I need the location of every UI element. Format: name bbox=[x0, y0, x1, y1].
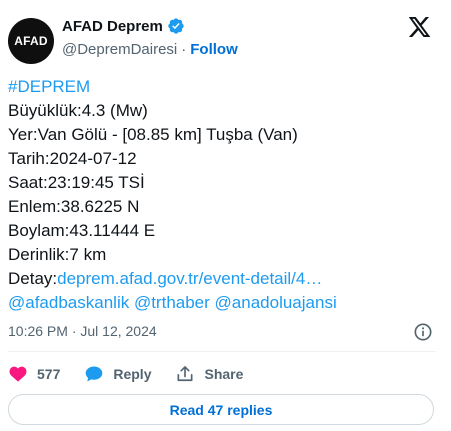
info-icon[interactable] bbox=[413, 322, 433, 342]
verified-badge-icon bbox=[168, 18, 184, 34]
x-logo-icon[interactable] bbox=[409, 17, 431, 37]
user-handle[interactable]: @DepremDairesi bbox=[62, 41, 177, 58]
share-button[interactable]: Share bbox=[175, 364, 243, 384]
share-icon bbox=[177, 366, 193, 382]
event-detail-link[interactable]: deprem.afad.gov.tr/event-detail/4… bbox=[57, 269, 322, 288]
display-name[interactable]: AFAD Deprem bbox=[62, 18, 163, 35]
tweet-line-location: Yer:Van Gölü - [08.85 km] Tuşba (Van) bbox=[8, 125, 298, 144]
tweet-timestamp[interactable]: 10:26 PM · Jul 12, 2024 bbox=[8, 323, 157, 339]
tweet-line-date: Tarih:2024-07-12 bbox=[8, 149, 137, 168]
reply-label: Reply bbox=[113, 366, 152, 382]
follow-button[interactable]: Follow bbox=[190, 41, 238, 58]
heart-icon bbox=[9, 366, 27, 382]
action-bar: 577 Reply Share bbox=[8, 362, 267, 386]
tweet-line-latitude: Enlem:38.6225 N bbox=[8, 197, 140, 216]
avatar[interactable]: AFAD bbox=[8, 18, 54, 64]
name-row: AFAD Deprem bbox=[62, 17, 185, 35]
avatar-logo-text: AFAD bbox=[14, 34, 48, 48]
handle-row: @DepremDairesi · Follow bbox=[62, 41, 238, 58]
tweet-line-longitude: Boylam:43.11444 E bbox=[8, 221, 156, 240]
share-label: Share bbox=[204, 366, 244, 382]
tweet-card: AFAD AFAD Deprem @DepremDairesi · Follow… bbox=[0, 0, 452, 431]
hashtag-link[interactable]: #DEPREM bbox=[8, 77, 90, 96]
reply-button[interactable]: Reply bbox=[84, 364, 151, 384]
tweet-line-depth: Derinlik:7 km bbox=[8, 245, 107, 264]
read-replies-button[interactable]: Read 47 replies bbox=[8, 394, 434, 425]
mention-anadoluajansi[interactable]: @anadoluajansi bbox=[215, 293, 337, 312]
like-count: 577 bbox=[37, 366, 61, 382]
tweet-body: #DEPREM Büyüklük:4.3 (Mw) Yer:Van Gölü -… bbox=[8, 75, 438, 315]
mention-afadbaskanlik[interactable]: @afadbaskanlik bbox=[8, 293, 129, 312]
detail-label: Detay: bbox=[8, 269, 58, 288]
reply-bubble-icon bbox=[86, 366, 103, 382]
mention-trthaber[interactable]: @trthaber bbox=[134, 293, 210, 312]
tweet-line-time: Saat:23:19:45 TSİ bbox=[8, 173, 145, 192]
divider bbox=[8, 351, 436, 352]
like-button[interactable]: 577 bbox=[8, 364, 60, 384]
handle-separator: · bbox=[181, 41, 187, 58]
tweet-line-magnitude: Büyüklük:4.3 (Mw) bbox=[8, 101, 148, 120]
